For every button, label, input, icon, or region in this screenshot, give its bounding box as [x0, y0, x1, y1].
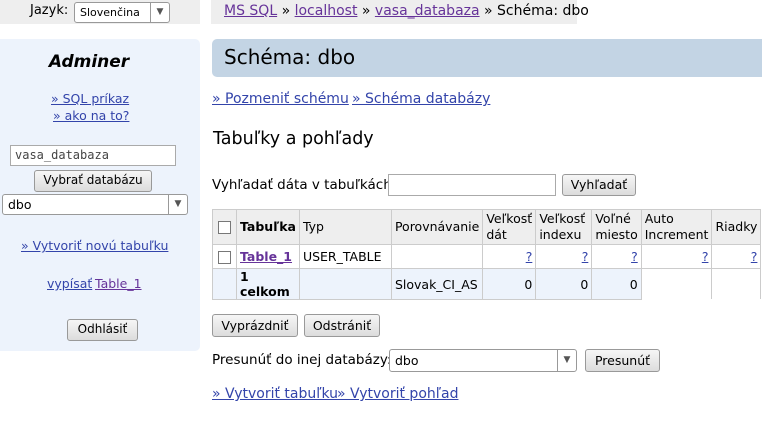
- col-header-table: Tabuľka: [236, 209, 300, 245]
- search-input[interactable]: [388, 174, 556, 196]
- table-name-cell: Table_1: [236, 244, 300, 269]
- tables-table: Tabuľka Typ Porovnávanie Veľkosť dát Veľ…: [212, 209, 762, 300]
- adminer-logo[interactable]: Adminer: [0, 52, 178, 72]
- col-header-auto-increment: Auto Increment: [640, 209, 713, 245]
- free-space-cell: ?: [591, 244, 642, 269]
- col-header-rows: Riadky: [711, 209, 762, 245]
- breadcrumb-current: » Schéma: dbo: [479, 3, 589, 19]
- move-database-select[interactable]: dbo ▼: [389, 349, 577, 372]
- total-free-space-cell: 0: [591, 268, 642, 300]
- data-size-cell: ?: [482, 244, 537, 269]
- col-header-index-size: Veľkosť indexu: [535, 209, 593, 245]
- sql-command-link[interactable]: » SQL príkaz: [51, 91, 129, 106]
- breadcrumb: MS SQL » localhost » vasa_databaza » Sch…: [211, 0, 589, 24]
- chevron-down-icon: ▼: [557, 350, 576, 371]
- create-view-link[interactable]: » Vytvoriť pohľad: [337, 386, 458, 402]
- database-schema-link[interactable]: » Schéma databázy: [352, 91, 490, 107]
- col-header-type: Typ: [298, 209, 392, 245]
- rows-link[interactable]: ?: [751, 249, 758, 264]
- total-index-size-cell: 0: [535, 268, 593, 300]
- create-table-link[interactable]: » Vytvoriť tabuľku: [212, 386, 338, 402]
- row-checkbox[interactable]: [218, 251, 231, 264]
- index-size-link[interactable]: ?: [582, 249, 589, 264]
- total-empty-cell: [212, 268, 237, 300]
- chevron-down-icon: ▼: [150, 3, 169, 22]
- truncate-button[interactable]: Vyprázdniť: [212, 314, 298, 337]
- total-type-cell: [298, 268, 392, 300]
- table-name-link[interactable]: Table_1: [240, 249, 292, 264]
- language-select-value: Slovenčina: [80, 6, 140, 19]
- alter-schema-link[interactable]: » Pozmeniť schému: [212, 91, 349, 107]
- move-database-value: dbo: [395, 353, 419, 368]
- language-select[interactable]: Slovenčina ▼: [74, 2, 170, 23]
- tables-section-title: Tabuľky a pohľady: [213, 129, 374, 149]
- logout-button[interactable]: Odhlásiť: [67, 319, 138, 341]
- howto-link[interactable]: » ako na to?: [53, 108, 129, 123]
- total-data-size-cell: 0: [482, 268, 537, 300]
- col-header-free-space: Voľné miesto: [591, 209, 642, 245]
- table-total-row: 1 celkom Slovak_CI_AS 0 0 0: [212, 268, 762, 300]
- page-title: Schéma: dbo: [224, 45, 356, 69]
- select-database-button[interactable]: Vybrať databázu: [34, 170, 152, 192]
- auto-increment-cell: ?: [640, 244, 713, 269]
- rows-cell: ?: [711, 244, 762, 269]
- database-select-value: dbo: [8, 197, 32, 212]
- select-table-link[interactable]: vypísať: [47, 276, 92, 291]
- search-label: Vyhľadať dáta v tabuľkách:: [212, 177, 397, 193]
- breadcrumb-separator: »: [277, 3, 295, 19]
- database-input[interactable]: vasa_databaza: [10, 145, 176, 166]
- move-button[interactable]: Presunúť: [585, 349, 660, 372]
- table-row: Table_1 USER_TABLE ? ? ? ? ?: [212, 244, 762, 269]
- free-space-link[interactable]: ?: [631, 249, 638, 264]
- create-new-table-link[interactable]: » Vytvoriť novú tabuľku: [21, 238, 168, 253]
- breadcrumb-database[interactable]: vasa_databaza: [375, 3, 480, 19]
- col-header-collation: Porovnávanie: [390, 209, 484, 245]
- total-rows-cell: [711, 268, 762, 300]
- page-header: Schéma: dbo: [212, 39, 762, 77]
- total-auto-increment-cell: [640, 268, 713, 300]
- select-all-checkbox-cell: [212, 209, 237, 245]
- table-collation-cell: [390, 244, 484, 269]
- select-all-checkbox[interactable]: [218, 221, 231, 234]
- move-label: Presunúť do inej databázy:: [212, 352, 392, 368]
- total-label-cell: 1 celkom: [236, 268, 300, 300]
- row-checkbox-cell: [212, 244, 237, 269]
- table-type-cell: USER_TABLE: [298, 244, 392, 269]
- col-header-data-size: Veľkosť dát: [482, 209, 537, 245]
- auto-increment-link[interactable]: ?: [702, 249, 709, 264]
- total-collation-cell: Slovak_CI_AS: [390, 268, 484, 300]
- language-bar: Jazyk: Slovenčina ▼: [0, 0, 200, 24]
- drop-button[interactable]: Odstrániť: [304, 314, 380, 337]
- index-size-cell: ?: [535, 244, 593, 269]
- breadcrumb-separator: »: [357, 3, 375, 19]
- breadcrumb-server-type[interactable]: MS SQL: [224, 3, 277, 19]
- chevron-down-icon: ▼: [168, 195, 187, 214]
- database-select[interactable]: dbo ▼: [2, 194, 188, 215]
- table-header-row: Tabuľka Typ Porovnávanie Veľkosť dát Veľ…: [212, 209, 762, 245]
- data-size-link[interactable]: ?: [526, 249, 533, 264]
- database-input-text: vasa_databaza: [15, 148, 109, 162]
- language-label: Jazyk:: [30, 3, 69, 18]
- sidebar-table-link[interactable]: Table_1: [95, 276, 142, 291]
- breadcrumb-server[interactable]: localhost: [295, 3, 358, 19]
- search-button[interactable]: Vyhľadať: [562, 174, 636, 196]
